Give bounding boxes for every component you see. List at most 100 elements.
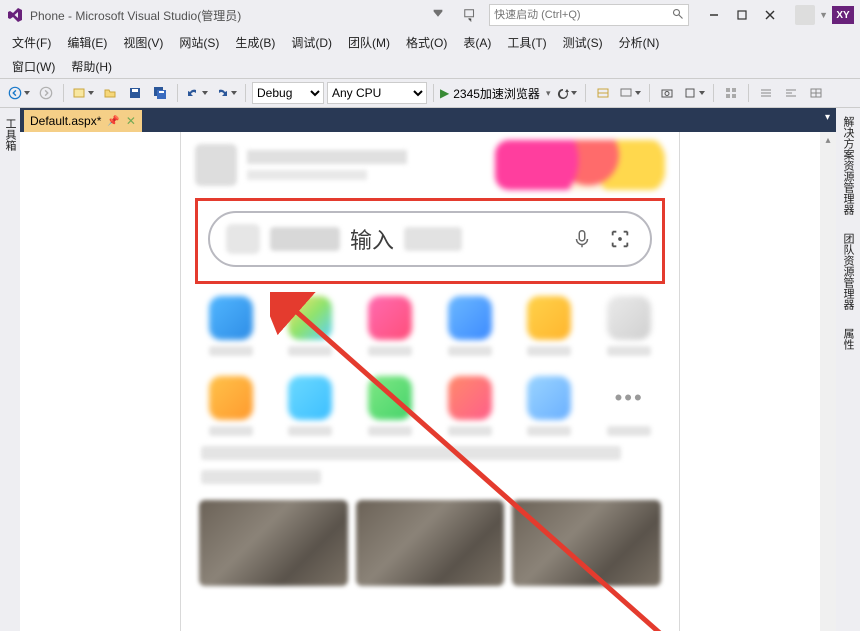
notifications-icon[interactable] [425, 4, 451, 26]
menu-edit[interactable]: 编辑(E) [59, 31, 115, 54]
camera-icon[interactable] [656, 82, 678, 104]
menu-file[interactable]: 文件(F) [4, 31, 59, 54]
header-text-placeholder [247, 150, 485, 180]
search-leading-placeholder [226, 224, 260, 254]
maximize-button[interactable] [729, 5, 755, 25]
search-icon [672, 8, 684, 23]
tab-overflow-icon[interactable]: ▾ [825, 112, 830, 123]
phone-search-bar[interactable]: 输入 [208, 211, 652, 267]
vs-logo-icon [6, 6, 24, 24]
menu-tools[interactable]: 工具(T) [499, 31, 554, 54]
new-project-button[interactable] [70, 82, 96, 104]
menu-analyze[interactable]: 分析(N) [611, 31, 668, 54]
menu-window[interactable]: 窗口(W) [4, 55, 63, 78]
properties-tab[interactable]: 属性 [838, 324, 858, 354]
menu-team[interactable]: 团队(M) [340, 31, 398, 54]
quick-launch-field[interactable] [494, 9, 672, 21]
browser-refresh-button[interactable] [553, 82, 579, 104]
menu-build[interactable]: 生成(B) [227, 31, 283, 54]
app-item[interactable] [440, 296, 500, 356]
solution-explorer-tab[interactable]: 解决方案资源管理器 [838, 112, 858, 219]
search-trailing-placeholder [404, 227, 462, 251]
comment-button[interactable] [617, 82, 643, 104]
menu-table[interactable]: 表(A) [455, 31, 499, 54]
format-hyperlink-button[interactable] [755, 82, 777, 104]
microphone-icon[interactable] [568, 225, 596, 253]
menu-bar-2: 窗口(W) 帮助(H) [0, 54, 860, 78]
close-button[interactable] [757, 5, 783, 25]
app-item[interactable] [281, 376, 341, 436]
toolbox-tab[interactable]: 工具箱 [0, 112, 20, 157]
feed-image[interactable] [512, 500, 661, 586]
right-side-panel: 解决方案资源管理器 团队资源管理器 属性 [836, 108, 860, 631]
team-explorer-tab[interactable]: 团队资源管理器 [838, 229, 858, 314]
target-element-button[interactable] [681, 82, 707, 104]
search-text-placeholder [270, 227, 340, 251]
feed-image[interactable] [356, 500, 505, 586]
format-table-button[interactable] [805, 82, 827, 104]
user-avatar[interactable] [795, 5, 815, 25]
app-more[interactable]: ••• [599, 376, 659, 436]
format-image-button[interactable] [780, 82, 802, 104]
undo-button[interactable] [184, 82, 210, 104]
window-title: Phone - Microsoft Visual Studio(管理员) [30, 7, 241, 24]
save-button[interactable] [124, 82, 146, 104]
pin-icon[interactable]: 📌 [107, 116, 119, 127]
scan-icon[interactable] [606, 225, 634, 253]
feed-images [195, 494, 665, 586]
nav-forward-button[interactable] [35, 82, 57, 104]
new-line-button[interactable] [592, 82, 614, 104]
feed-image[interactable] [199, 500, 348, 586]
toolbar: Debug Any CPU ▶ 2345加速浏览器 ▾ [0, 78, 860, 108]
nav-back-button[interactable] [6, 82, 32, 104]
redo-button[interactable] [213, 82, 239, 104]
config-select[interactable]: Debug [252, 82, 324, 104]
play-icon: ▶ [440, 86, 449, 100]
highlight-box: 输入 [195, 198, 665, 284]
run-target-label: 2345加速浏览器 [453, 85, 540, 102]
left-side-panel: 工具箱 [0, 108, 20, 631]
app-grid: ••• [195, 296, 665, 436]
app-item[interactable] [201, 376, 261, 436]
menu-website[interactable]: 网站(S) [171, 31, 227, 54]
quick-launch-input[interactable] [489, 4, 689, 26]
tab-close-icon[interactable]: ✕ [126, 114, 136, 128]
search-label: 输入 [350, 223, 394, 255]
feed-text [195, 446, 665, 484]
title-bar: Phone - Microsoft Visual Studio(管理员) ▼ X… [0, 0, 860, 30]
menu-debug[interactable]: 调试(D) [283, 31, 340, 54]
app-item[interactable] [440, 376, 500, 436]
scroll-up-icon[interactable]: ▴ [820, 132, 836, 148]
open-file-button[interactable] [99, 82, 121, 104]
vertical-scrollbar[interactable]: ▴ [820, 132, 836, 631]
document-area: Default.aspx* 📌 ✕ ▾ ▴ [20, 108, 836, 631]
phone-preview: 输入 [180, 132, 680, 631]
phone-header [195, 140, 665, 190]
app-item[interactable] [520, 376, 580, 436]
app-item[interactable] [360, 376, 420, 436]
promo-banner [495, 140, 665, 190]
tab-label: Default.aspx* [30, 114, 101, 128]
document-shell: 工具箱 Default.aspx* 📌 ✕ ▾ ▴ [0, 108, 860, 631]
grid-icon[interactable] [720, 82, 742, 104]
menu-help[interactable]: 帮助(H) [63, 55, 120, 78]
app-item[interactable] [599, 296, 659, 356]
minimize-button[interactable] [701, 5, 727, 25]
save-all-button[interactable] [149, 82, 171, 104]
app-item[interactable] [520, 296, 580, 356]
tab-strip: Default.aspx* 📌 ✕ ▾ [20, 108, 836, 132]
menu-format[interactable]: 格式(O) [398, 31, 455, 54]
app-item[interactable] [281, 296, 341, 356]
run-button[interactable]: ▶ 2345加速浏览器 ▾ [440, 85, 550, 102]
app-item[interactable] [201, 296, 261, 356]
platform-select[interactable]: Any CPU [327, 82, 427, 104]
tab-default-aspx[interactable]: Default.aspx* 📌 ✕ [24, 110, 142, 132]
menu-bar: 文件(F) 编辑(E) 视图(V) 网站(S) 生成(B) 调试(D) 团队(M… [0, 30, 860, 54]
menu-view[interactable]: 视图(V) [115, 31, 171, 54]
user-badge[interactable]: XY [832, 6, 854, 24]
user-dropdown-icon[interactable]: ▼ [819, 10, 828, 20]
avatar-placeholder [195, 144, 237, 186]
feedback-icon[interactable] [457, 4, 483, 26]
menu-test[interactable]: 测试(S) [555, 31, 611, 54]
app-item[interactable] [360, 296, 420, 356]
